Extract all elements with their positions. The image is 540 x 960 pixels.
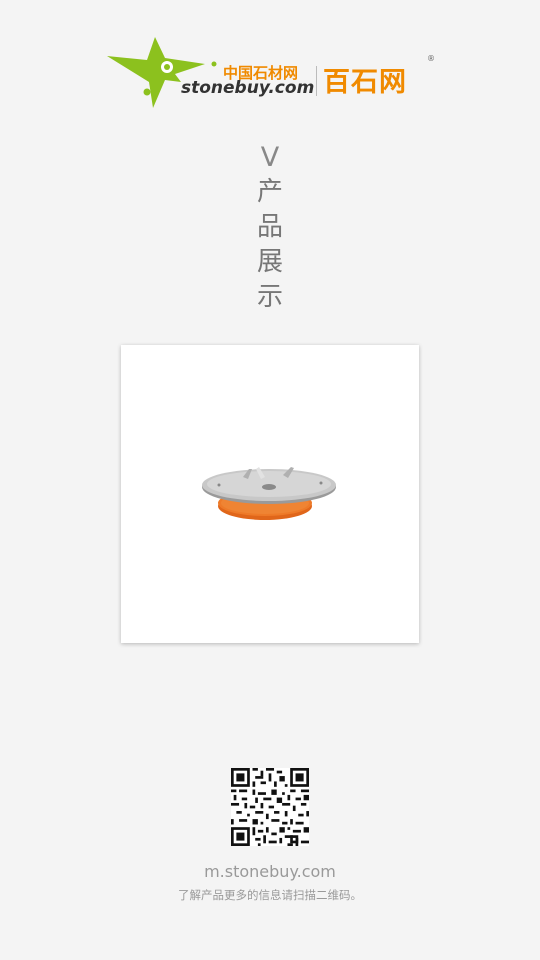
logo-divider — [316, 66, 317, 96]
scan-hint-text: 了解产品更多的信息请扫描二维码。 — [178, 888, 362, 902]
logo-star-icon — [107, 37, 217, 108]
site-url-link[interactable]: m.stonebuy.com — [0, 862, 540, 881]
polishing-pad-image — [202, 467, 336, 520]
logo-domain-text: stonebuy.com — [181, 78, 315, 98]
section-title: V 产 品 展 示 — [250, 140, 290, 315]
page: 中国石材网 stonebuy.com 百石网 ® V 产 品 展 示 m.sto… — [0, 0, 540, 960]
section-title-char: 示 — [256, 282, 283, 312]
section-title-char: 品 — [256, 212, 283, 242]
section-title-char: V — [260, 142, 280, 173]
logo-cn-big-text: 百石网 — [323, 67, 407, 98]
section-title-char: 展 — [256, 247, 283, 277]
qr-code-icon — [231, 768, 309, 846]
product-card[interactable] — [121, 345, 419, 643]
stonebuy-logo[interactable]: 中国石材网 stonebuy.com 百石网 ® — [105, 34, 440, 112]
registered-mark: ® — [427, 54, 435, 63]
section-title-char: 产 — [256, 177, 283, 207]
